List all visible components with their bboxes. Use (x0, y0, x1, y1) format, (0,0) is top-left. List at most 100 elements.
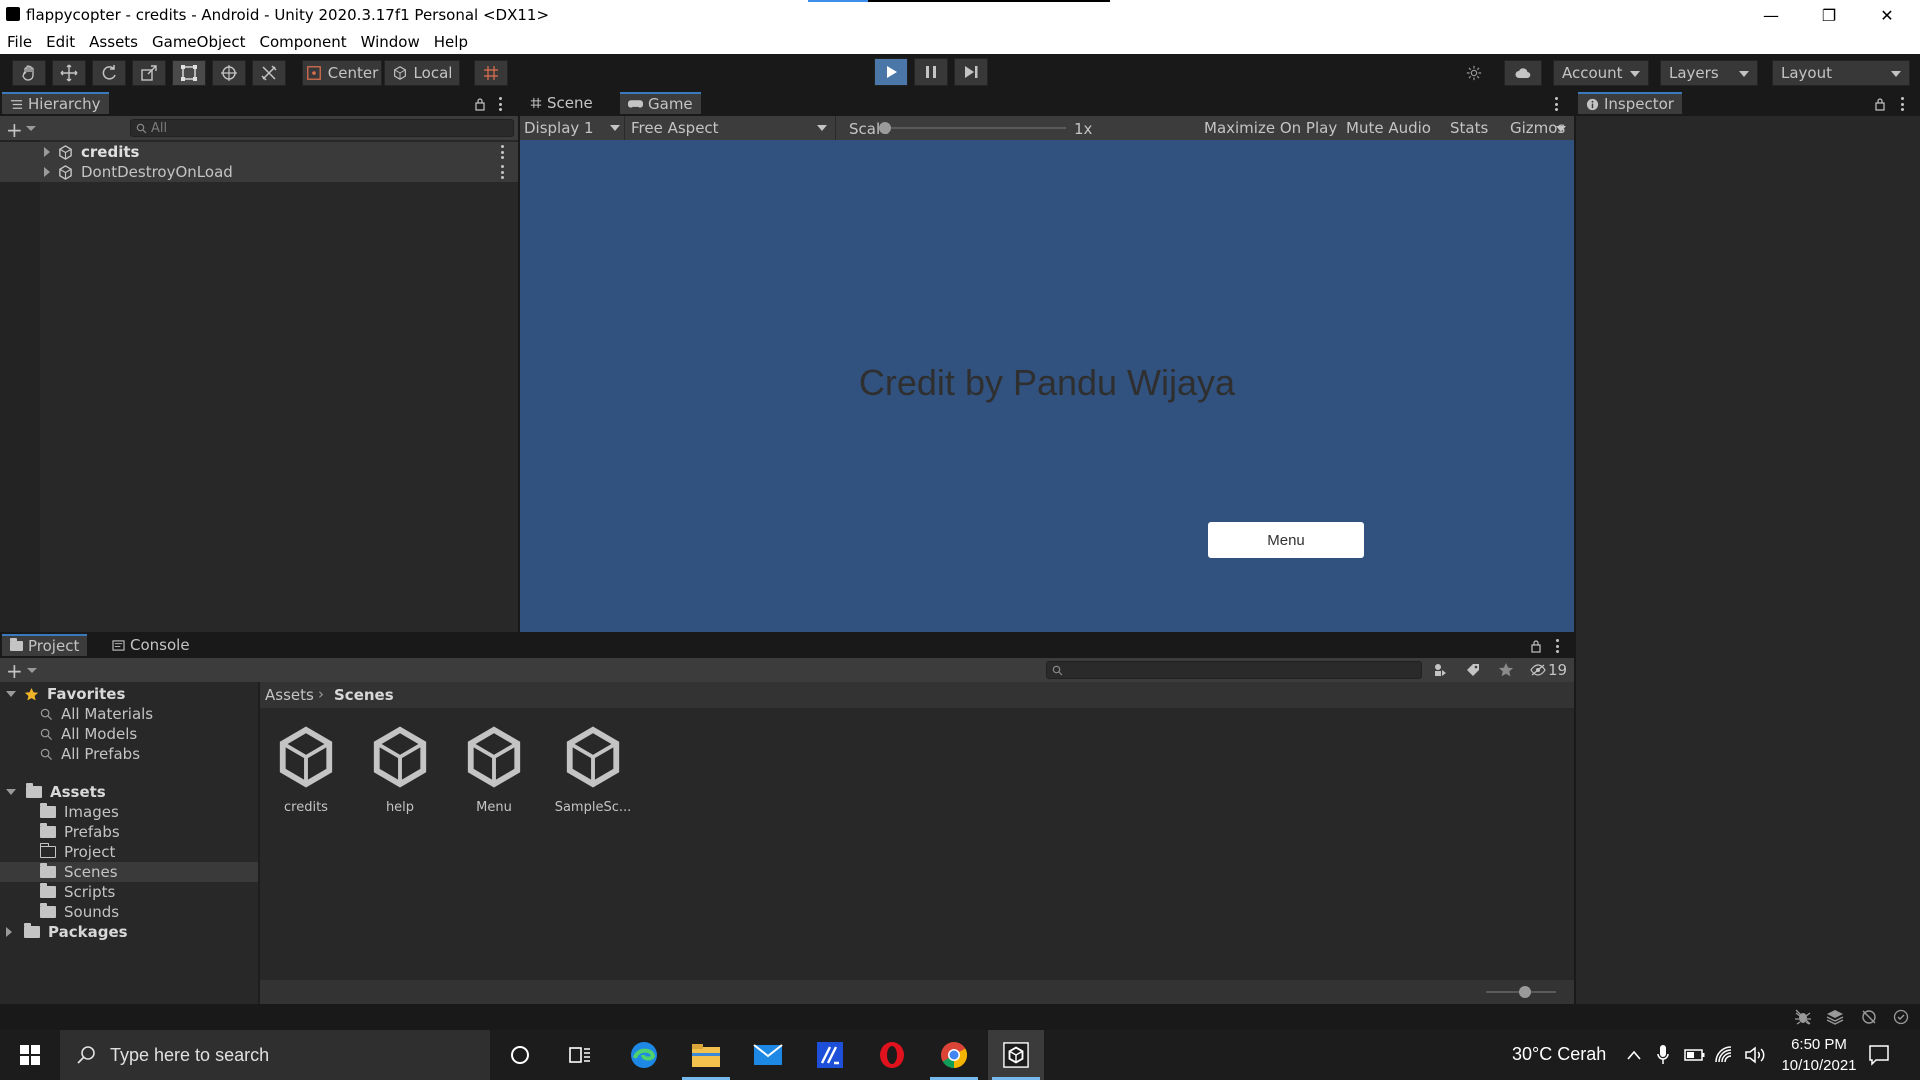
menu-button[interactable]: Menu (1208, 522, 1364, 558)
lock-icon[interactable] (1530, 638, 1542, 653)
cortana-button[interactable] (492, 1030, 548, 1080)
mathpad-taskbar-icon[interactable] (802, 1030, 858, 1080)
notification-center-icon[interactable] (1868, 1044, 1890, 1066)
project-search-input[interactable] (1046, 661, 1422, 679)
custom-tool-button[interactable] (252, 60, 286, 86)
chevron-down-icon[interactable] (1556, 126, 1566, 132)
layers-dropdown[interactable]: Layers (1660, 60, 1758, 86)
menu-gameobject[interactable]: GameObject (152, 33, 246, 51)
favorites-header[interactable]: Favorites (6, 685, 125, 703)
scene-asset-samplescene[interactable]: SampleSc... (550, 726, 636, 815)
icon-size-slider-handle[interactable] (1519, 986, 1531, 998)
weather-text[interactable]: 30°C Cerah (1512, 1044, 1606, 1065)
expand-arrow-icon[interactable] (44, 147, 50, 157)
hierarchy-item-credits[interactable]: credits (44, 143, 139, 161)
lock-icon[interactable] (1874, 96, 1886, 111)
tab-game[interactable]: Game (620, 92, 701, 114)
more-options-icon[interactable] (1555, 639, 1559, 653)
breadcrumb-assets[interactable]: Assets (265, 686, 314, 704)
clock[interactable]: 6:50 PM 10/10/2021 (1770, 1034, 1868, 1076)
unity-taskbar-icon[interactable] (988, 1030, 1044, 1080)
mail-taskbar-icon[interactable] (740, 1030, 796, 1080)
edge-taskbar-icon[interactable] (616, 1030, 672, 1080)
hierarchy-search-input[interactable]: All (130, 119, 514, 137)
tab-inspector[interactable]: Inspector (1578, 92, 1682, 114)
folder-prefabs[interactable]: Prefabs (40, 823, 120, 841)
lock-icon[interactable] (474, 96, 486, 111)
tab-scene[interactable]: Scene (522, 92, 601, 114)
chevron-down-icon[interactable] (27, 668, 37, 673)
bug-icon[interactable] (1794, 1009, 1812, 1025)
move-tool-button[interactable] (52, 60, 86, 86)
pivot-toggle-button[interactable]: Center (302, 60, 382, 86)
folder-scenes[interactable]: Scenes (40, 863, 118, 881)
scene-asset-help[interactable]: help (366, 726, 434, 815)
add-icon[interactable]: + (6, 659, 23, 683)
pause-button[interactable] (914, 58, 948, 86)
maximize-on-play-toggle[interactable]: Maximize On Play (1204, 119, 1337, 137)
menu-file[interactable]: File (7, 33, 32, 51)
search-by-type-icon[interactable] (1432, 662, 1448, 678)
cloud-button[interactable] (1504, 60, 1542, 86)
menu-assets[interactable]: Assets (89, 33, 138, 51)
hierarchy-item-dontdestroyonload[interactable]: DontDestroyOnLoad (44, 163, 233, 181)
minimize-button[interactable]: — (1742, 0, 1800, 30)
start-button[interactable] (2, 1030, 58, 1080)
close-button[interactable]: ✕ (1858, 0, 1916, 30)
folder-scripts[interactable]: Scripts (40, 883, 115, 901)
layout-dropdown[interactable]: Layout (1772, 60, 1910, 86)
tab-console[interactable]: Console (104, 634, 198, 656)
wifi-icon[interactable] (1714, 1045, 1734, 1065)
task-view-button[interactable] (552, 1030, 608, 1080)
microphone-icon[interactable] (1656, 1044, 1670, 1066)
more-options-icon[interactable] (1900, 97, 1904, 111)
hidden-packages-toggle[interactable]: 19 (1530, 661, 1567, 679)
mute-audio-toggle[interactable]: Mute Audio (1346, 119, 1431, 137)
scale-slider-handle[interactable] (879, 122, 891, 134)
star-icon[interactable] (1498, 662, 1514, 678)
rotate-tool-button[interactable] (92, 60, 126, 86)
display-dropdown[interactable]: Display 1 (524, 119, 622, 137)
expand-arrow-icon[interactable] (44, 167, 50, 177)
collapse-arrow-icon[interactable] (6, 789, 16, 795)
expand-arrow-icon[interactable] (6, 927, 12, 937)
packages-header[interactable]: Packages (6, 923, 128, 941)
chrome-taskbar-icon[interactable] (926, 1030, 982, 1080)
transform-tool-button[interactable] (212, 60, 246, 86)
folder-images[interactable]: Images (40, 803, 119, 821)
favorite-all-prefabs[interactable]: All Prefabs (40, 745, 140, 763)
scale-tool-button[interactable] (132, 60, 166, 86)
chevron-down-icon[interactable] (26, 126, 36, 131)
file-explorer-taskbar-icon[interactable] (678, 1030, 734, 1080)
aspect-dropdown[interactable]: Free Aspect (624, 116, 836, 140)
menu-help[interactable]: Help (434, 33, 468, 51)
scene-asset-menu[interactable]: Menu (460, 726, 528, 815)
volume-icon[interactable] (1744, 1045, 1766, 1065)
auto-generate-lighting-icon[interactable] (1860, 1009, 1878, 1025)
folder-project[interactable]: Project (39, 843, 115, 861)
opera-taskbar-icon[interactable] (864, 1030, 920, 1080)
rect-tool-button[interactable] (172, 60, 206, 86)
play-button[interactable] (874, 58, 908, 86)
stats-toggle[interactable]: Stats (1450, 119, 1488, 137)
assets-header[interactable]: Assets (6, 783, 106, 801)
battery-icon[interactable] (1684, 1047, 1706, 1063)
label-tag-icon[interactable] (1465, 662, 1481, 678)
collapse-arrow-icon[interactable] (6, 691, 16, 697)
scene-asset-credits[interactable]: credits (272, 726, 340, 815)
space-toggle-button[interactable]: Local (384, 60, 460, 86)
menu-window[interactable]: Window (361, 33, 420, 51)
favorite-all-models[interactable]: All Models (40, 725, 137, 743)
breadcrumb-scenes[interactable]: Scenes (334, 686, 394, 704)
folder-sounds[interactable]: Sounds (40, 903, 119, 921)
more-options-icon[interactable] (1554, 97, 1558, 111)
menu-component[interactable]: Component (260, 33, 347, 51)
favorite-all-materials[interactable]: All Materials (40, 705, 153, 723)
account-dropdown[interactable]: Account (1553, 60, 1649, 86)
menu-edit[interactable]: Edit (46, 33, 75, 51)
collab-button[interactable] (1462, 62, 1486, 84)
layers-stack-icon[interactable] (1826, 1009, 1844, 1025)
more-options-icon[interactable] (500, 145, 504, 159)
more-options-icon[interactable] (500, 165, 504, 179)
tab-project[interactable]: Project (2, 634, 88, 656)
